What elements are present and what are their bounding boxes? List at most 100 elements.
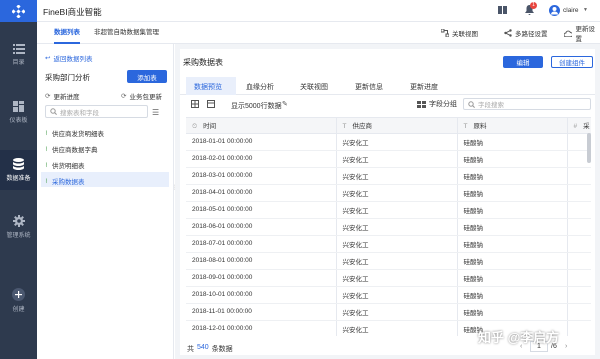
back-link[interactable]: ↩ 返回数据列表 bbox=[45, 53, 92, 63]
table-cell bbox=[567, 252, 591, 270]
table-type-icon: ⌇ bbox=[45, 162, 48, 169]
nav-data-prep[interactable]: 数据准备 bbox=[0, 150, 37, 190]
table-cell: 兴安化工 bbox=[336, 320, 458, 336]
multipath-label: 多路径设置 bbox=[515, 31, 548, 38]
column-header[interactable]: T 供应商 bbox=[336, 118, 458, 134]
table-row: 2018-08-01 00:00:00 兴安化工 硅酸钠 bbox=[186, 252, 591, 270]
column-type-icon: T bbox=[463, 123, 468, 131]
field-group-button[interactable]: 字段分组 bbox=[417, 99, 457, 109]
avatar[interactable] bbox=[549, 5, 560, 16]
table-header-row: ⏲ 时间 T 供应商 T 原料 # 采 bbox=[186, 118, 591, 134]
app-logo[interactable] bbox=[0, 0, 37, 22]
table-cell bbox=[567, 235, 591, 253]
nav-dashboard[interactable]: 仪表板 bbox=[0, 92, 37, 132]
column-header[interactable]: ⏲ 时间 bbox=[186, 118, 337, 134]
next-page-button[interactable]: › bbox=[565, 343, 567, 350]
tab-data-preview[interactable]: 数据预览 bbox=[194, 82, 222, 92]
sort-icon[interactable]: ☰ bbox=[152, 108, 159, 117]
table-cell: 2018-07-01 00:00:00 bbox=[186, 235, 337, 253]
dashboard-icon bbox=[13, 100, 24, 112]
database-icon bbox=[13, 158, 24, 170]
grid-view-icon[interactable] bbox=[191, 100, 199, 110]
table-search-input[interactable]: 搜索表和字段 bbox=[45, 105, 148, 118]
update-progress-label: 更新进度 bbox=[53, 94, 80, 101]
table-type-icon: ⌇ bbox=[45, 146, 48, 153]
table-cell: 2018-12-01 00:00:00 bbox=[186, 320, 337, 336]
column-type-icon: # bbox=[573, 123, 578, 131]
table-cell bbox=[567, 320, 591, 336]
nav-catalog[interactable]: 目录 bbox=[0, 35, 37, 75]
table-cell bbox=[567, 184, 591, 202]
table-cell: 兴安化工 bbox=[336, 167, 458, 185]
main-content: 采购数据表 编辑 创建组件 数据预览 血缘分析 关联视图 更新信息 更新进度 显… bbox=[175, 44, 600, 359]
table-cell: 硅酸钠 bbox=[457, 286, 568, 304]
user-name[interactable]: claire bbox=[563, 7, 579, 14]
table-cell: 硅酸钠 bbox=[457, 150, 568, 168]
multipath-icon bbox=[504, 29, 512, 37]
table-item-label: 供应商发货明细表 bbox=[51, 131, 104, 138]
business-update-link[interactable]: ⟳ 业务包更新 bbox=[121, 91, 162, 101]
row-count-prefix: 共 bbox=[187, 346, 194, 353]
tab-update-progress[interactable]: 更新进度 bbox=[410, 82, 438, 92]
table-item[interactable]: ⌇ 供货明细表 bbox=[45, 160, 84, 171]
refresh-icon: ⟳ bbox=[45, 93, 51, 100]
gear-icon bbox=[12, 215, 25, 227]
table-search-placeholder: 搜索表和字段 bbox=[60, 109, 99, 117]
chevron-down-icon[interactable]: ▼ bbox=[583, 7, 588, 13]
table-cell: 硅酸钠 bbox=[457, 303, 568, 321]
table-item[interactable]: ⌇ 供应商数据字典 bbox=[45, 144, 97, 155]
table-scrollbar[interactable] bbox=[587, 133, 591, 163]
multipath-button[interactable]: 多路径设置 bbox=[504, 22, 548, 44]
back-link-label: 返回数据列表 bbox=[53, 56, 93, 63]
refresh-circle-icon: ⟳ bbox=[121, 93, 127, 100]
nav-admin-label: 管理系统 bbox=[6, 233, 31, 239]
tab-lineage[interactable]: 血缘分析 bbox=[246, 82, 274, 92]
table-cell: 2018-02-01 00:00:00 bbox=[186, 150, 337, 168]
create-component-button[interactable]: 创建组件 bbox=[551, 56, 593, 68]
table-item-label: 采购数据表 bbox=[51, 179, 85, 186]
update-settings-button[interactable]: 更新设置 bbox=[564, 22, 600, 44]
update-settings-label: 更新设置 bbox=[575, 26, 595, 43]
field-search-input[interactable]: 字段搜索 bbox=[463, 98, 591, 110]
table-cell: 硅酸钠 bbox=[457, 269, 568, 287]
table-cell: 2018-04-01 00:00:00 bbox=[186, 184, 337, 202]
table-cell: 硅酸钠 bbox=[457, 235, 568, 253]
column-header[interactable]: T 原料 bbox=[457, 118, 568, 134]
table-cell bbox=[567, 201, 591, 219]
column-header[interactable]: # 采 bbox=[567, 118, 591, 134]
table-item-selected[interactable]: ⌇ 采购数据表 bbox=[45, 176, 85, 187]
tab-relation-view[interactable]: 关联视图 bbox=[300, 82, 328, 92]
add-table-button[interactable]: 添加表 bbox=[127, 70, 167, 83]
table-cell bbox=[567, 303, 591, 321]
tab-selfservice-admin[interactable]: 非超管自助数据集管理 bbox=[94, 22, 159, 44]
row-count-suffix: 条数据 bbox=[211, 346, 233, 353]
tab-update-info[interactable]: 更新信息 bbox=[355, 82, 383, 92]
column-header-label: 原料 bbox=[473, 123, 487, 131]
nav-admin[interactable]: 管理系统 bbox=[0, 207, 37, 247]
update-progress-link[interactable]: ⟳ 更新进度 bbox=[45, 91, 79, 101]
detail-view-icon[interactable] bbox=[207, 100, 215, 110]
field-search-placeholder: 字段搜索 bbox=[478, 102, 504, 109]
preview-tabs: 数据预览 血缘分析 关联视图 更新信息 更新进度 bbox=[180, 77, 595, 95]
table-cell: 硅酸钠 bbox=[457, 218, 568, 236]
tab-data-list[interactable]: 数据列表 bbox=[54, 22, 80, 44]
table-cell: 兴安化工 bbox=[336, 269, 458, 287]
table-cell: 2018-10-01 00:00:00 bbox=[186, 286, 337, 304]
table-row: 2018-07-01 00:00:00 兴安化工 硅酸钠 bbox=[186, 235, 591, 253]
field-group-icon bbox=[417, 100, 426, 108]
table-cell: 硅酸钠 bbox=[457, 201, 568, 219]
data-table-wrapper: ⏲ 时间 T 供应商 T 原料 # 采 2018-01-01 00:00:00 兴安化工 硅酸钠 2… bbox=[186, 117, 591, 336]
row-count: 共 540 条数据 bbox=[187, 344, 233, 354]
relation-view-button[interactable]: 关联视图 bbox=[441, 22, 478, 44]
table-row: 2018-05-01 00:00:00 兴安化工 硅酸钠 bbox=[186, 201, 591, 219]
table-row: 2018-02-01 00:00:00 兴安化工 硅酸钠 bbox=[186, 150, 591, 168]
table-cell: 硅酸钠 bbox=[457, 252, 568, 270]
nav-create[interactable]: 创建 bbox=[0, 280, 37, 320]
edit-button[interactable]: 编辑 bbox=[503, 56, 543, 68]
package-title: 采购部门分析 bbox=[45, 73, 90, 82]
rows-shown-label: 显示5000行数据 bbox=[231, 103, 282, 110]
edit-pencil-icon[interactable]: ✎ bbox=[282, 100, 288, 108]
table-item[interactable]: ⌇ 供应商发货明细表 bbox=[45, 128, 104, 139]
book-icon[interactable] bbox=[498, 6, 507, 16]
cloud-icon bbox=[564, 30, 573, 37]
